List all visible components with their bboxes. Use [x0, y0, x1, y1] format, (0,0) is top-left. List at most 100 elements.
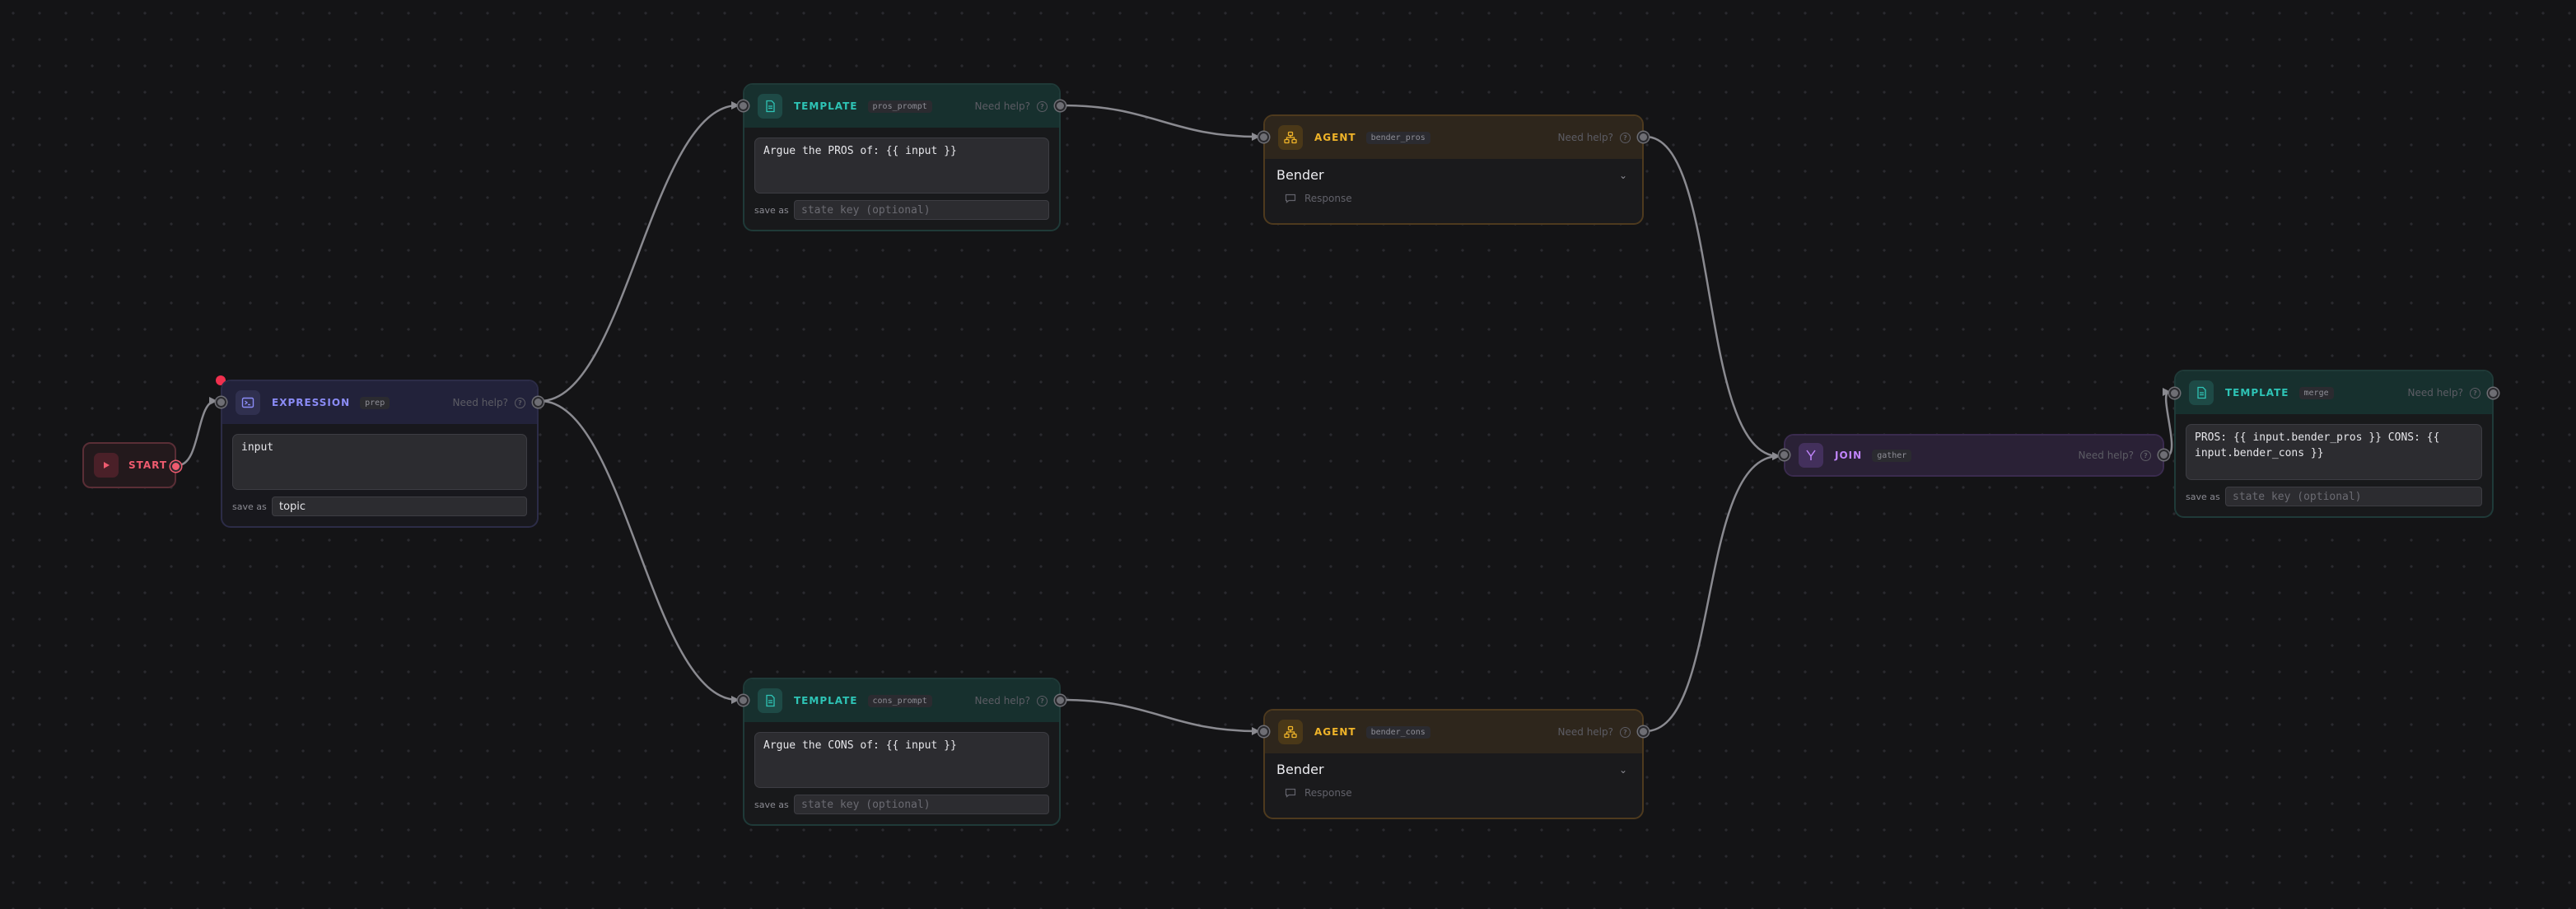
edge-agent-cons-join[interactable] — [1645, 452, 1780, 733]
agent-pros-tag: bender_pros — [1365, 131, 1430, 144]
template-cons-input-handle[interactable] — [738, 695, 749, 706]
join-input-handle[interactable] — [1779, 450, 1790, 460]
save-as-label: save as — [232, 501, 267, 512]
template-cons-header[interactable]: TEMPLATE cons_prompt Need help?? — [744, 679, 1059, 722]
file-text-icon — [2189, 380, 2214, 405]
terminal-icon — [236, 390, 260, 415]
agent-cons-tag: bender_cons — [1365, 725, 1430, 739]
help-icon: ? — [1620, 132, 1631, 143]
expression-header[interactable]: EXPRESSION prep Need help?? — [222, 381, 537, 424]
edge-join-template-merge[interactable] — [2162, 388, 2173, 458]
edge-template-cons-agent-cons[interactable] — [1062, 698, 1260, 735]
agent-pros-header[interactable]: AGENT bender_pros Need help?? — [1265, 116, 1642, 159]
workflow-canvas[interactable]: START EXPRESSION prep Need help?? input … — [0, 0, 2576, 909]
chevron-down-icon: ⌄ — [1618, 763, 1627, 776]
message-icon — [1285, 193, 1296, 203]
help-link[interactable]: Need help?? — [975, 100, 1048, 112]
template-cons-output-handle[interactable] — [1055, 695, 1066, 706]
join-node[interactable]: JOIN gather Need help?? — [1779, 434, 2169, 477]
help-link[interactable]: Need help?? — [2079, 450, 2151, 461]
start-node[interactable]: START — [82, 442, 181, 488]
help-icon: ? — [2470, 387, 2480, 399]
help-text: Need help? — [2078, 450, 2134, 461]
template-pros-output-handle[interactable] — [1055, 100, 1066, 111]
save-row: save as state key (optional) — [754, 795, 1049, 814]
help-text: Need help? — [1557, 132, 1613, 143]
save-as-label: save as — [754, 204, 789, 216]
template-cons-editor[interactable]: Argue the CONS of: {{ input }} — [754, 732, 1049, 788]
response-output: Response — [1285, 787, 1642, 799]
save-as-label: save as — [2186, 491, 2220, 502]
template-merge-editor[interactable]: PROS: {{ input.bender_pros }} CONS: {{ i… — [2186, 424, 2482, 480]
agent-cons-header[interactable]: AGENT bender_cons Need help?? — [1265, 711, 1642, 753]
merge-icon — [1799, 443, 1823, 468]
start-output-handle[interactable] — [170, 461, 181, 472]
help-text: Need help? — [452, 397, 508, 408]
template-merge-header[interactable]: TEMPLATE merge Need help?? — [2176, 371, 2492, 414]
edge-expression-template-cons[interactable] — [539, 399, 740, 704]
agent-cons-input-handle[interactable] — [1258, 726, 1269, 737]
help-icon: ? — [1037, 695, 1048, 706]
template-merge-node[interactable]: TEMPLATE merge Need help?? PROS: {{ inpu… — [2169, 370, 2499, 518]
save-row: save as state key (optional) — [754, 200, 1049, 220]
expression-node[interactable]: EXPRESSION prep Need help?? input save a… — [216, 380, 544, 528]
network-icon — [1278, 125, 1303, 150]
expression-input-handle[interactable] — [216, 397, 226, 408]
agent-select[interactable]: Bender ⌄ — [1276, 167, 1627, 183]
file-text-icon — [758, 688, 782, 713]
help-link[interactable]: Need help?? — [453, 397, 525, 408]
help-link[interactable]: Need help?? — [1558, 132, 1631, 143]
agent-select-value: Bender — [1276, 762, 1324, 777]
template-merge-tag: merge — [2298, 386, 2334, 399]
template-pros-header[interactable]: TEMPLATE pros_prompt Need help?? — [744, 85, 1059, 128]
template-merge-title: TEMPLATE — [2225, 387, 2289, 399]
template-pros-node[interactable]: TEMPLATE pros_prompt Need help?? Argue t… — [738, 83, 1066, 231]
response-label: Response — [1304, 193, 1352, 204]
agent-cons-output-handle[interactable] — [1638, 726, 1649, 737]
agent-pros-node[interactable]: AGENT bender_pros Need help?? Bender ⌄ R… — [1258, 114, 1649, 225]
join-tag: gather — [1872, 449, 1912, 462]
help-text: Need help? — [974, 100, 1030, 112]
help-icon: ? — [515, 397, 525, 408]
template-merge-input-handle[interactable] — [2169, 388, 2180, 399]
agent-pros-output-handle[interactable] — [1638, 132, 1649, 142]
save-row: save as topic — [232, 496, 527, 516]
edge-agent-pros-join[interactable] — [1645, 135, 1780, 460]
save-as-input[interactable]: state key (optional) — [794, 795, 1049, 814]
file-text-icon — [758, 94, 782, 119]
template-pros-editor[interactable]: Argue the PROS of: {{ input }} — [754, 138, 1049, 193]
save-row: save as state key (optional) — [2186, 487, 2482, 506]
help-text: Need help? — [974, 695, 1030, 706]
edge-start-expression[interactable] — [177, 397, 217, 467]
save-as-label: save as — [754, 799, 789, 810]
response-label: Response — [1304, 787, 1352, 799]
agent-select[interactable]: Bender ⌄ — [1276, 762, 1627, 777]
expression-output-handle[interactable] — [533, 397, 544, 408]
help-text: Need help? — [2407, 387, 2463, 399]
join-output-handle[interactable] — [2158, 450, 2169, 460]
save-as-input[interactable]: state key (optional) — [794, 200, 1049, 220]
help-link[interactable]: Need help?? — [1558, 726, 1631, 738]
help-icon: ? — [1037, 100, 1048, 112]
template-pros-input-handle[interactable] — [738, 100, 749, 111]
expression-title: EXPRESSION — [272, 397, 351, 408]
save-as-input[interactable]: state key (optional) — [2225, 487, 2482, 506]
expression-tag: prep — [360, 396, 390, 409]
template-cons-node[interactable]: TEMPLATE cons_prompt Need help?? Argue t… — [738, 678, 1066, 826]
help-link[interactable]: Need help?? — [2408, 387, 2480, 399]
agent-cons-node[interactable]: AGENT bender_cons Need help?? Bender ⌄ R… — [1258, 709, 1649, 819]
expression-editor[interactable]: input — [232, 434, 527, 490]
agent-pros-input-handle[interactable] — [1258, 132, 1269, 142]
template-pros-title: TEMPLATE — [794, 100, 858, 112]
play-icon — [94, 453, 119, 478]
template-cons-tag: cons_prompt — [867, 694, 932, 707]
save-as-input[interactable]: topic — [272, 496, 527, 516]
join-header[interactable]: JOIN gather Need help?? — [1785, 436, 2163, 475]
edge-expression-template-pros[interactable] — [539, 101, 740, 403]
help-link[interactable]: Need help?? — [975, 695, 1048, 706]
agent-cons-title: AGENT — [1314, 726, 1356, 738]
template-pros-tag: pros_prompt — [867, 100, 932, 113]
edge-template-pros-agent-pros[interactable] — [1062, 104, 1260, 141]
template-merge-output-handle[interactable] — [2488, 388, 2499, 399]
chevron-down-icon: ⌄ — [1618, 169, 1627, 181]
